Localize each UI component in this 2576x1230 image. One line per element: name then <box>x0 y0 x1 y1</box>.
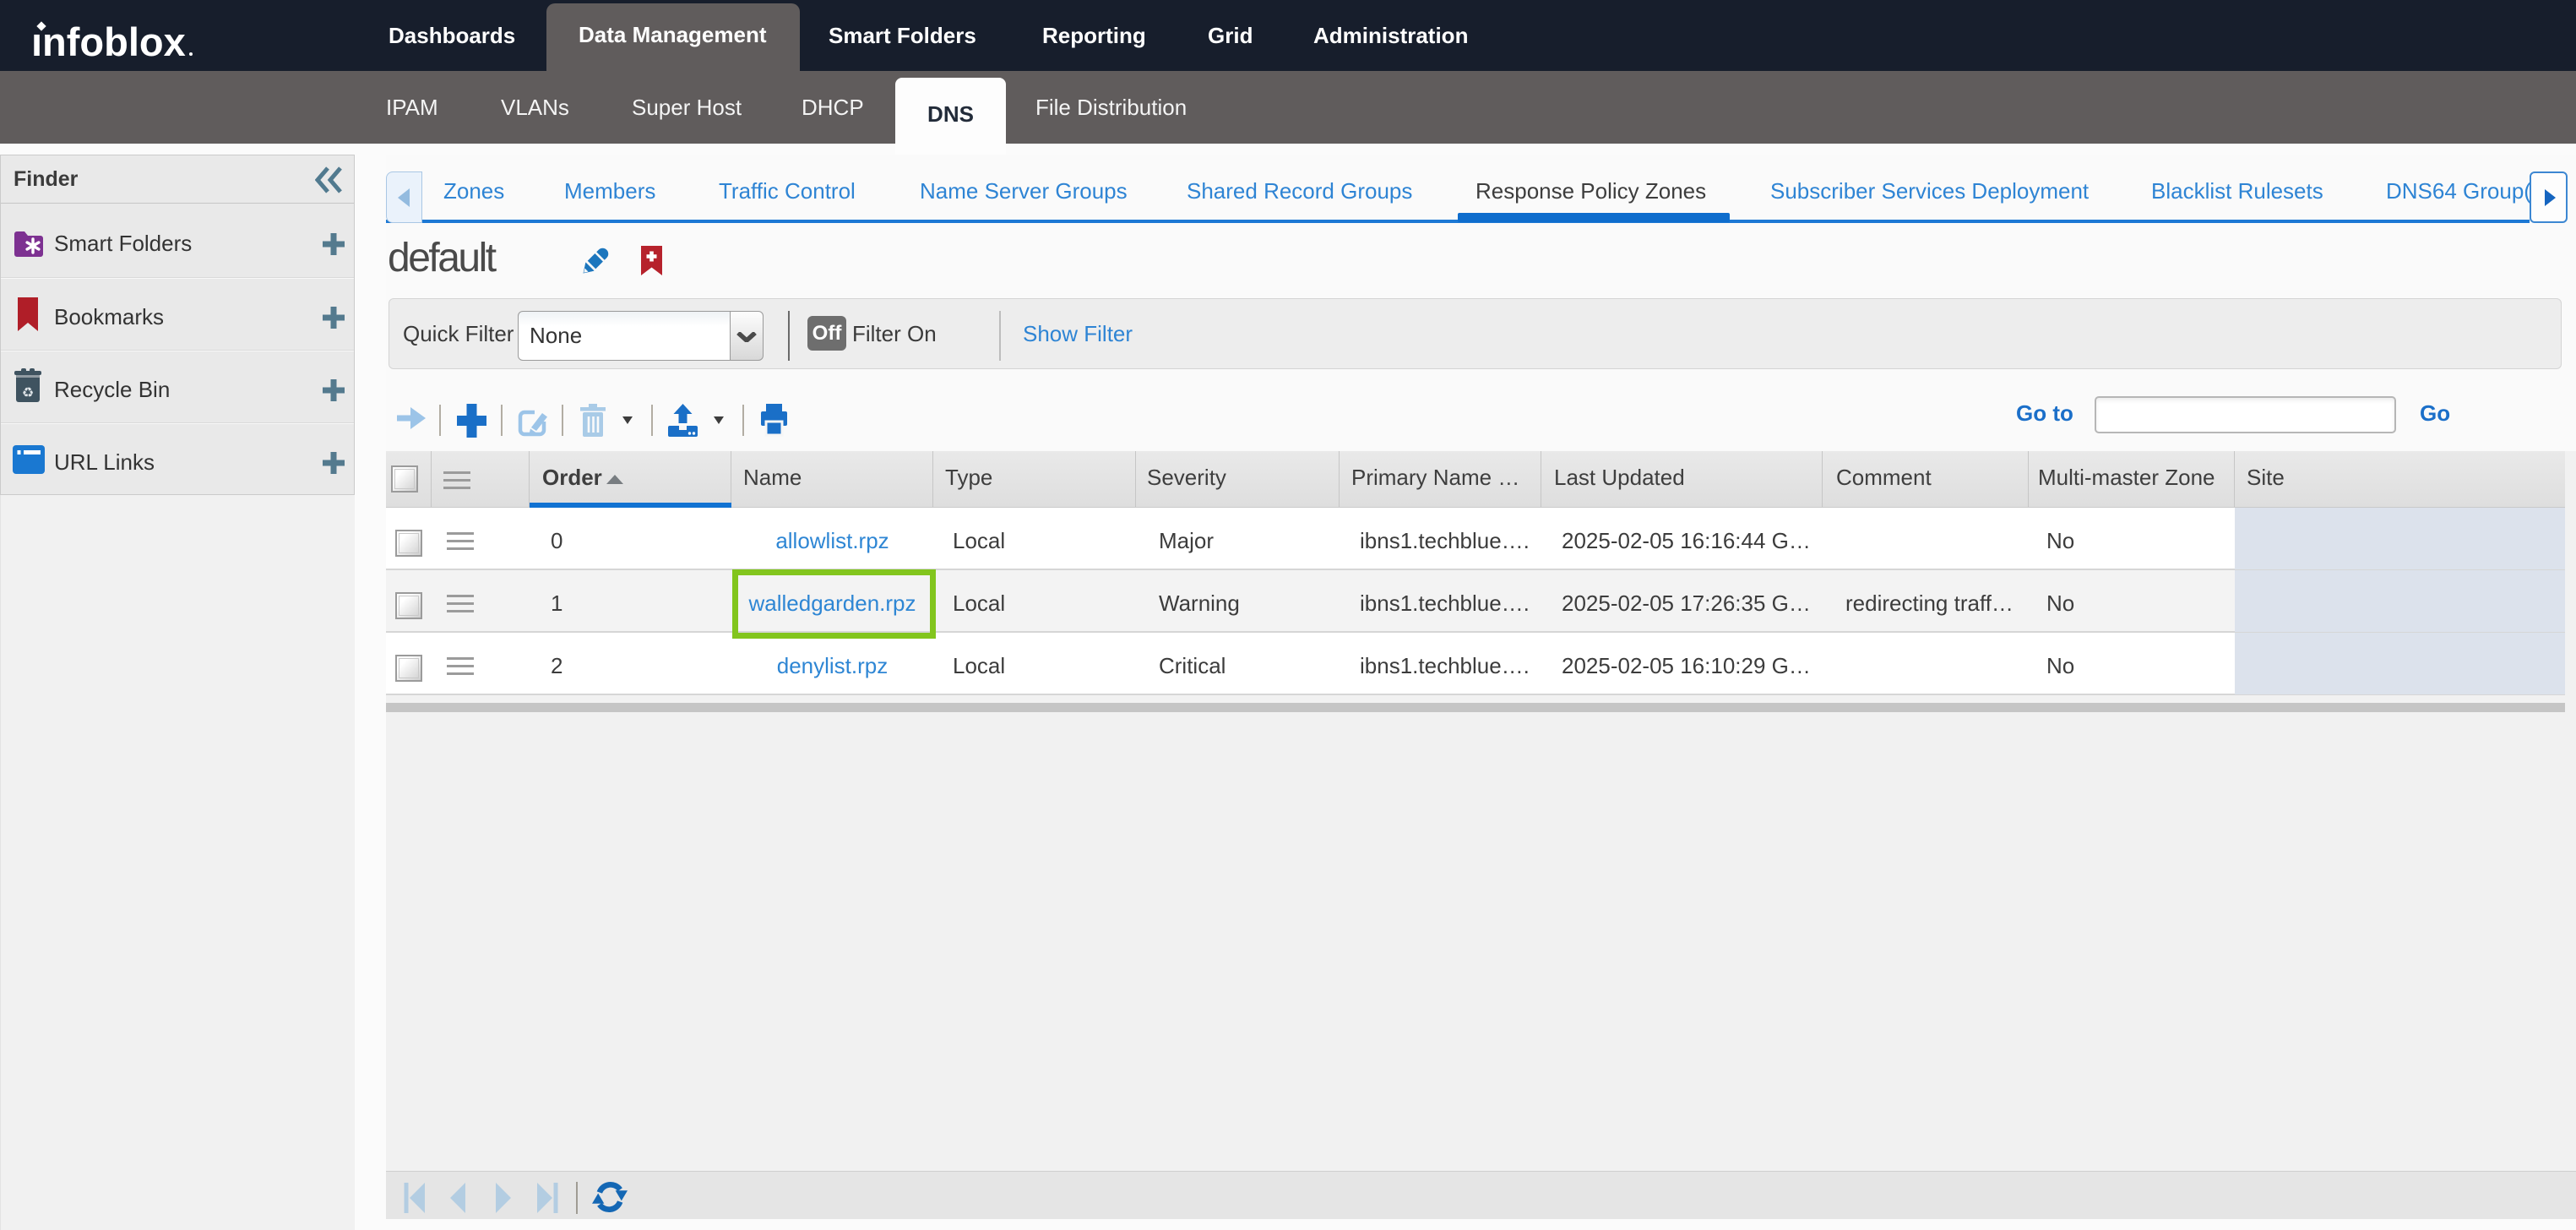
svg-text:♻: ♻ <box>22 386 34 400</box>
